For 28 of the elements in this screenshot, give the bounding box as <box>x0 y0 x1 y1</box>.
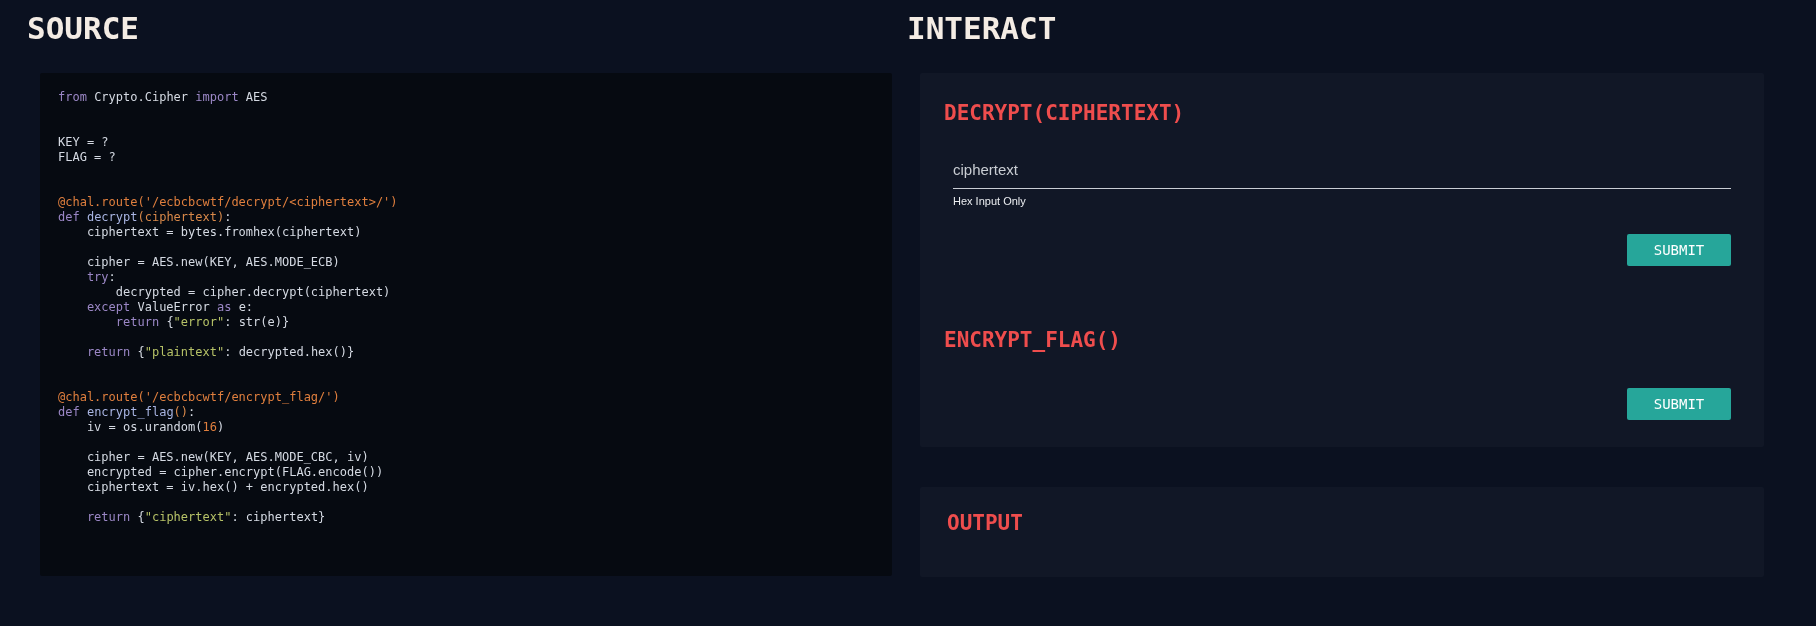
output-title: OUTPUT <box>947 510 1023 537</box>
action-title: ENCRYPT_FLAG() <box>944 327 1121 354</box>
code-line: except ValueError as e: <box>85 300 254 315</box>
code-line: ciphertext = bytes.fromhex(ciphertext) <box>85 225 362 240</box>
code-line: @chal.route('/ecbcbcwtf/decrypt/<ciphertext>/') <box>58 195 398 210</box>
code-line: KEY = ? <box>58 135 109 150</box>
code-line: try: <box>85 270 116 285</box>
code-line: cipher = AES.new(KEY, AES.MODE_ECB) <box>85 255 340 270</box>
action-title: DECRYPT(CIPHERTEXT) <box>944 100 1185 127</box>
code-line: from Crypto.Cipher import AES <box>58 90 268 105</box>
helper-text: Hex Input Only <box>953 194 1026 208</box>
input-field[interactable]: ciphertext <box>953 150 1731 189</box>
code-line: return {"plaintext": decrypted.hex()} <box>85 345 355 360</box>
section-title: INTERACT <box>907 9 1057 48</box>
submit-button[interactable]: SUBMIT <box>1627 388 1731 420</box>
code-line: ciphertext = iv.hex() + encrypted.hex() <box>85 480 369 495</box>
code-line: return {"error": str(e)} <box>114 315 290 330</box>
section-title: SOURCE <box>27 9 139 48</box>
code-line: encrypted = cipher.encrypt(FLAG.encode()) <box>85 465 384 480</box>
code-line: @chal.route('/ecbcbcwtf/encrypt_flag/') <box>58 390 340 405</box>
code-line: def encrypt_flag(): <box>58 405 196 420</box>
code-line: FLAG = ? <box>58 150 116 165</box>
submit-button[interactable]: SUBMIT <box>1627 234 1731 266</box>
code-line: return {"ciphertext": ciphertext} <box>85 510 326 525</box>
code-line: def decrypt(ciphertext): <box>58 210 232 225</box>
code-line: decrypted = cipher.decrypt(ciphertext) <box>114 285 391 300</box>
code-line: cipher = AES.new(KEY, AES.MODE_CBC, iv) <box>85 450 369 465</box>
code-line: iv = os.urandom(16) <box>85 420 225 435</box>
